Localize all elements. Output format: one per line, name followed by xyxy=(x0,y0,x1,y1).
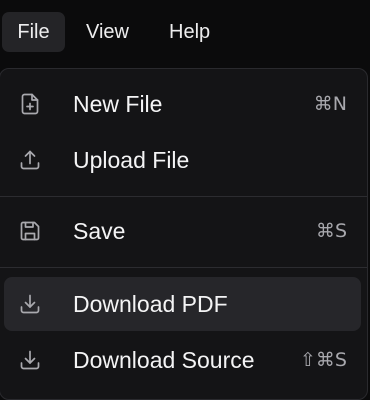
file-plus-icon xyxy=(18,92,42,116)
menu-item-label: Download PDF xyxy=(73,291,228,317)
menu-item-new-file[interactable]: New File ⌘N xyxy=(4,77,361,131)
menu-item-label: Upload File xyxy=(73,147,190,173)
file-dropdown-menu: New File ⌘N Upload File Save ⌘S Download… xyxy=(0,68,368,400)
shortcut-hint: ⇧⌘S xyxy=(300,349,347,371)
shortcut-hint: ⌘S xyxy=(315,220,347,242)
save-icon xyxy=(18,219,42,243)
menu-item-download-source[interactable]: Download Source ⇧⌘S xyxy=(4,333,361,387)
menu-item-download-pdf[interactable]: Download PDF xyxy=(4,277,361,331)
menu-bar: File View Help xyxy=(0,0,370,66)
menu-item-upload-file[interactable]: Upload File xyxy=(4,133,361,187)
download-icon xyxy=(18,348,42,372)
menu-help[interactable]: Help xyxy=(155,12,224,52)
upload-icon xyxy=(18,148,42,172)
menu-item-save[interactable]: Save ⌘S xyxy=(4,204,361,258)
menu-item-label: Save xyxy=(73,218,126,244)
download-icon xyxy=(18,292,42,316)
menu-divider xyxy=(0,196,367,197)
menu-file[interactable]: File xyxy=(2,12,65,52)
shortcut-hint: ⌘N xyxy=(313,93,347,115)
menu-divider xyxy=(0,267,367,268)
menu-item-label: New File xyxy=(73,91,163,117)
menu-item-label: Download Source xyxy=(73,347,255,373)
menu-view[interactable]: View xyxy=(72,12,143,52)
